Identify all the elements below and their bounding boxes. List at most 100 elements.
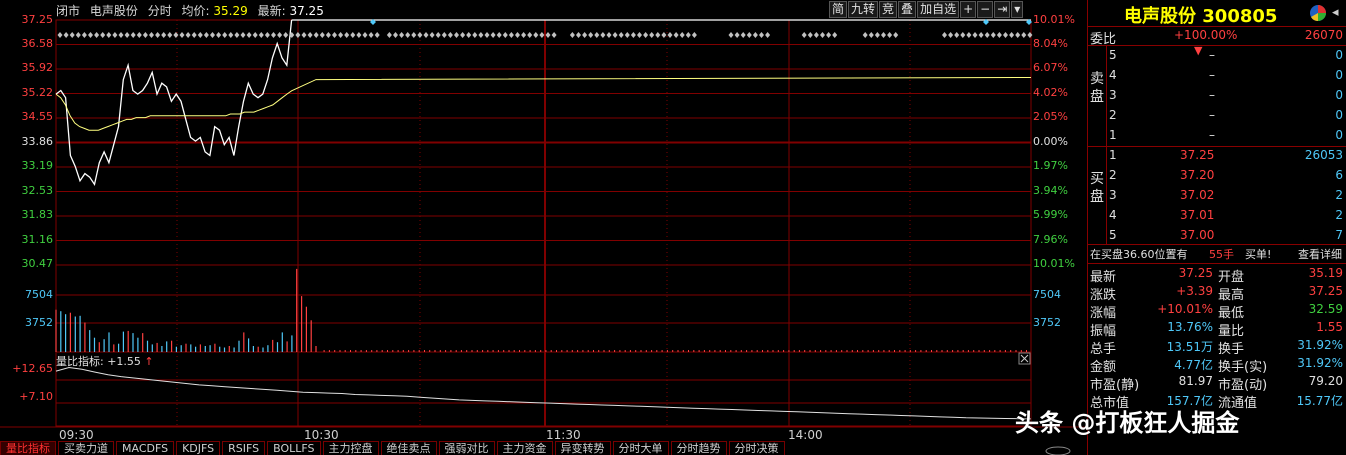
price-tick: 33.86 [21,135,54,148]
zoom-out-icon[interactable]: − [977,1,994,18]
stat-value: 31.92% [1297,338,1343,352]
sell-row[interactable]: 5 – 0 [1088,46,1346,66]
buy-price: 37.25 [1180,148,1215,162]
stat-value: 1.55 [1316,320,1343,334]
tab-strength-compare[interactable]: 强弱对比 [438,441,495,455]
zoom-in-icon[interactable]: + [960,1,977,18]
buy-price: 37.20 [1180,168,1215,182]
signal-marker [826,32,832,38]
intraday-chart-area[interactable]: 闭市 电声股份 分时 均价: 35.29 最新: 37.25 简 九转 竞 叠 … [0,0,1085,455]
buy-row[interactable]: 2 37.20 6 [1088,166,1346,186]
tab-best-sell-point[interactable]: 绝佳卖点 [380,441,437,455]
signal-marker [960,32,966,38]
signal-marker [124,32,130,38]
sell-row[interactable]: 2 – 0 [1088,106,1346,126]
intraday-chart[interactable] [0,0,1085,455]
buy-row[interactable]: 3 37.02 2 [1088,186,1346,206]
signal-marker [167,32,173,38]
view-detail-link[interactable]: 查看详细 [1298,246,1342,262]
tab-intraday-decision[interactable]: 分时决策 [728,441,785,455]
buy-level: 4 [1109,208,1117,222]
up-arrow-icon: ↑ [144,355,154,368]
signal-marker [649,32,655,38]
stock-code: 300805 [1202,6,1278,27]
watermark: 头条 @打板狂人掘金 [1015,409,1240,437]
signal-marker [338,32,344,38]
stock-name: 电声股份 [1124,6,1196,27]
tab-intraday-trend[interactable]: 分时趋势 [670,441,727,455]
avg-price-value: 35.29 [213,4,248,18]
chart-pie-icon[interactable] [1309,4,1327,22]
time-tick: 14:00 [788,428,823,442]
stat-row: 金额 4.77亿 换手(实) 31.92% [1088,354,1346,375]
sell-price: – [1209,108,1215,122]
stock-title: 电声股份 300805 [1124,2,1277,28]
tab-volume-ratio[interactable]: 量比指标 [0,441,56,455]
signal-marker [612,32,618,38]
sell-level: 3 [1109,88,1117,102]
signal-marker [203,32,209,38]
tab-buy-sell-force[interactable]: 买卖力道 [58,441,114,455]
signal-marker [149,32,154,38]
overlay-button[interactable]: 叠 [898,1,917,18]
stat-row: 最新 37.25 开盘 35.19 [1088,264,1346,285]
order-alert-row[interactable]: 在买盘36.60位置有 55手 买单! 查看详细 [1088,244,1346,264]
signal-marker [533,32,539,38]
dropdown-icon[interactable]: ▾ [1011,1,1024,18]
nine-turn-button[interactable]: 九转 [848,1,879,18]
signal-marker [606,32,612,38]
price-tick: 35.92 [21,61,54,74]
signal-marker [679,32,685,38]
sell-row[interactable]: 4 – 0 [1088,66,1346,86]
order-alert-hands: 55手 [1209,248,1234,261]
tab-rsifs[interactable]: RSIFS [222,441,266,455]
signal-marker [264,32,270,38]
signal-marker [216,32,222,38]
price-tick: 33.19 [21,159,54,172]
signal-marker [673,32,679,38]
signal-marker [301,32,307,38]
tab-main-control[interactable]: 主力控盘 [322,441,379,455]
signal-marker [746,32,752,38]
tab-macdfs[interactable]: MACDFS [116,441,175,455]
add-watchlist-button[interactable]: 加自选 [917,1,960,18]
signal-marker [197,32,203,38]
tab-bollfs[interactable]: BOLLFS [267,441,321,455]
last-price-value: 37.25 [289,4,324,18]
sell-row[interactable]: 3 – 0 [1088,86,1346,106]
signal-marker [277,32,283,38]
signal-marker [368,32,374,38]
buy-price: 37.00 [1180,228,1215,242]
auction-button[interactable]: 竞 [879,1,898,18]
simplified-button[interactable]: 简 [829,1,848,18]
buy-row[interactable]: 1 37.25 26053 [1088,146,1346,166]
signal-marker [136,32,142,38]
signal-marker [210,32,215,38]
tab-trend-change[interactable]: 异变转势 [554,441,611,455]
sell-level: 1 [1109,128,1117,142]
buy-row[interactable]: 5 37.00 7 [1088,226,1346,246]
time-tick: 11:30 [546,428,581,442]
stat-row: 市盈(静) 81.97 市盈(动) 79.20 [1088,372,1346,393]
sell-row[interactable]: 1 – 0 [1088,126,1346,146]
price-tick: 31.16 [21,233,54,246]
signal-marker [161,32,167,38]
signal-marker [740,32,746,38]
sell-volume: 0 [1335,128,1343,142]
signal-marker [752,32,758,38]
buy-row[interactable]: 4 37.01 2 [1088,206,1346,226]
signal-marker [222,32,228,38]
tab-big-orders[interactable]: 分时大单 [612,441,669,455]
jump-end-icon[interactable]: ⇥ [994,1,1011,18]
time-tick: 09:30 [59,428,94,442]
tab-main-funds[interactable]: 主力资金 [496,441,553,455]
signal-marker [539,32,545,38]
collapse-icon[interactable]: ◂ [1332,5,1339,20]
sell-volume: 0 [1335,108,1343,122]
ratio-tick: +7.10 [19,390,53,403]
signal-marker [1009,32,1015,38]
signal-marker [1015,32,1021,38]
pct-tick: 2.05% [1033,110,1068,123]
signal-marker [1021,32,1027,38]
tab-kdjfs[interactable]: KDJFS [176,441,221,455]
